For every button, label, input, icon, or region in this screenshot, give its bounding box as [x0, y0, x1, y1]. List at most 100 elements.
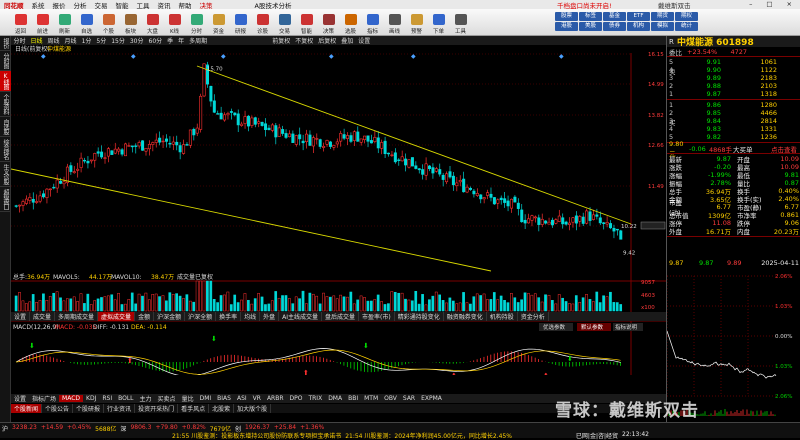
period-extra-0[interactable]: 前复权: [270, 36, 293, 45]
toolbar-right-btn[interactable]: 债券: [603, 22, 626, 31]
toolbar-button-17[interactable]: 画线: [384, 10, 405, 35]
toolbar-button-5[interactable]: 板块: [120, 10, 141, 35]
period-11[interactable]: 多周期: [187, 36, 210, 45]
toolbar-button-0[interactable]: 返回: [10, 10, 31, 35]
vol-tab-9[interactable]: 外盘: [260, 312, 280, 321]
vol-tab-7[interactable]: 换手率: [216, 312, 242, 321]
bid-price[interactable]: 9.83: [683, 125, 721, 133]
info-tab-5[interactable]: 看手风点: [178, 404, 210, 413]
ind-tab-10[interactable]: BIAS: [214, 395, 234, 402]
vol-tab-10[interactable]: AI主线成交量: [279, 312, 323, 321]
toolbar-button-1[interactable]: 前进: [32, 10, 53, 35]
info-tab-6[interactable]: 北股紫: [209, 404, 235, 413]
ind-tab-15[interactable]: TRIX: [305, 395, 325, 402]
vol-tab-13[interactable]: 精彩通持股变化: [395, 312, 444, 321]
toolbar-button-13[interactable]: 智能: [296, 10, 317, 35]
ask-price[interactable]: 9.87: [683, 90, 721, 98]
ask-price[interactable]: 9.90: [683, 66, 721, 74]
ind-tab-5[interactable]: BOLL: [115, 395, 136, 402]
period-0[interactable]: 分时: [11, 36, 28, 45]
event-marker-icon[interactable]: ◆: [559, 53, 564, 60]
ind-tab-0[interactable]: 设置: [11, 394, 29, 403]
ind-tab-18[interactable]: MTM: [361, 395, 381, 402]
toolbar-right-btn[interactable]: 美股: [579, 22, 602, 31]
ind-tab-12[interactable]: VR: [250, 395, 264, 402]
ind-tab-19[interactable]: OBV: [381, 395, 400, 402]
ind-tab-8[interactable]: 量比: [179, 394, 197, 403]
event-marker-icon[interactable]: ◆: [411, 53, 416, 60]
period-3[interactable]: 月线: [62, 36, 79, 45]
period-10[interactable]: 年: [176, 36, 187, 45]
ind-tab-17[interactable]: BBI: [345, 395, 361, 402]
toolbar-right-btn[interactable]: 标签: [579, 12, 602, 21]
toolbar-right-btn[interactable]: 统计: [675, 22, 698, 31]
ind-tab-4[interactable]: RSI: [99, 395, 115, 402]
vol-tab-0[interactable]: 设置: [11, 312, 31, 321]
toolbar-button-7[interactable]: K线: [164, 10, 185, 35]
info-tab-7[interactable]: 加大版个股: [234, 404, 272, 413]
left-nav-item-2[interactable]: K线图: [0, 71, 11, 92]
toolbar-button-18[interactable]: 预警: [406, 10, 427, 35]
ind-tab-16[interactable]: DMA: [325, 395, 345, 402]
ask-price[interactable]: 9.88: [683, 82, 721, 90]
left-nav-item-5[interactable]: 综合排名: [0, 137, 11, 162]
info-tab-1[interactable]: 个股公告: [42, 404, 74, 413]
toolbar-right-btn[interactable]: 期权: [675, 12, 698, 21]
vol-tab-14[interactable]: 融资融券变化: [444, 312, 487, 321]
left-nav-item-4[interactable]: 自选股: [0, 117, 11, 137]
stock-name[interactable]: 中煤能源 601898: [677, 35, 754, 48]
event-marker-icon[interactable]: ◆: [131, 53, 136, 60]
toolbar-right-btn[interactable]: 机构: [627, 22, 650, 31]
toolbar-button-12[interactable]: 交易: [274, 10, 295, 35]
toolbar-button-8[interactable]: 分时: [186, 10, 207, 35]
toolbar-button-2[interactable]: 刷新: [54, 10, 75, 35]
period-5[interactable]: 5分: [94, 36, 109, 45]
event-marker-icon[interactable]: ◆: [221, 53, 226, 60]
left-nav-item-7[interactable]: 超级盘口: [0, 187, 11, 212]
ind-tab-3[interactable]: KDJ: [83, 395, 99, 402]
period-extra-2[interactable]: 后复权: [316, 36, 339, 45]
toolbar-button-14[interactable]: 决策: [318, 10, 339, 35]
toolbar-right-btn[interactable]: 港股: [555, 22, 578, 31]
ind-tab-14[interactable]: DPO: [287, 395, 306, 402]
vol-tab-15[interactable]: 机构持股: [487, 312, 518, 321]
news-item-1[interactable]: 21:55 川股鉴测：投影板东增持公司股份防联系专项担宝承诺书: [172, 431, 341, 440]
toolbar-button-10[interactable]: 研报: [230, 10, 251, 35]
ask-price[interactable]: 9.91: [683, 58, 721, 66]
period-extra-4[interactable]: 设置: [356, 36, 373, 45]
ind-tab-2[interactable]: MACD: [59, 395, 84, 402]
event-marker-icon[interactable]: ◆: [41, 53, 46, 60]
ind-tab-21[interactable]: EXPMA: [418, 395, 445, 402]
vol-tab-5[interactable]: 沪深金额: [154, 312, 186, 321]
vol-tab-11[interactable]: 盘后成交量: [322, 312, 360, 321]
toolbar-right-btn[interactable]: 模拟: [651, 22, 674, 31]
period-extra-3[interactable]: 叠加: [339, 36, 356, 45]
info-tab-4[interactable]: 投资开采热门: [135, 404, 179, 413]
toolbar-right-btn[interactable]: 期货: [651, 12, 674, 21]
event-marker-icon[interactable]: ◆: [329, 53, 334, 60]
period-6[interactable]: 15分: [109, 36, 128, 45]
period-8[interactable]: 60分: [146, 36, 165, 45]
period-4[interactable]: 1分: [79, 36, 94, 45]
ind-tab-1[interactable]: 指标广场: [29, 394, 59, 403]
left-nav-item-6[interactable]: 牛叉诊股: [0, 162, 11, 187]
toolbar-right-btn[interactable]: 基金: [603, 12, 626, 21]
bid-price[interactable]: 9.85: [683, 109, 721, 117]
vol-tab-4[interactable]: 金额: [135, 312, 155, 321]
minimize-icon[interactable]: –: [745, 0, 756, 8]
ind-tab-13[interactable]: ARBR: [264, 395, 287, 402]
bid-price[interactable]: 9.86: [683, 101, 721, 109]
news-item-2[interactable]: 21:54 川股鉴测：2024年净利润45.00亿元，同比增长2.45%: [345, 431, 512, 440]
left-nav-item-0[interactable]: 报价: [0, 36, 11, 51]
period-7[interactable]: 30分: [127, 36, 146, 45]
toolbar-button-6[interactable]: 大盘: [142, 10, 163, 35]
left-nav-item-3[interactable]: 个股资料: [0, 92, 11, 117]
toolbar-button-15[interactable]: 选股: [340, 10, 361, 35]
toolbar-right-btn[interactable]: ETF: [627, 12, 650, 21]
period-extra-1[interactable]: 不复权: [293, 36, 316, 45]
maximize-icon[interactable]: □: [762, 0, 776, 8]
toolbar-button-16[interactable]: 指标: [362, 10, 383, 35]
toolbar-button-4[interactable]: 个股: [98, 10, 119, 35]
info-tab-2[interactable]: 个股研报: [73, 404, 105, 413]
vol-tab-8[interactable]: 均线: [241, 312, 261, 321]
